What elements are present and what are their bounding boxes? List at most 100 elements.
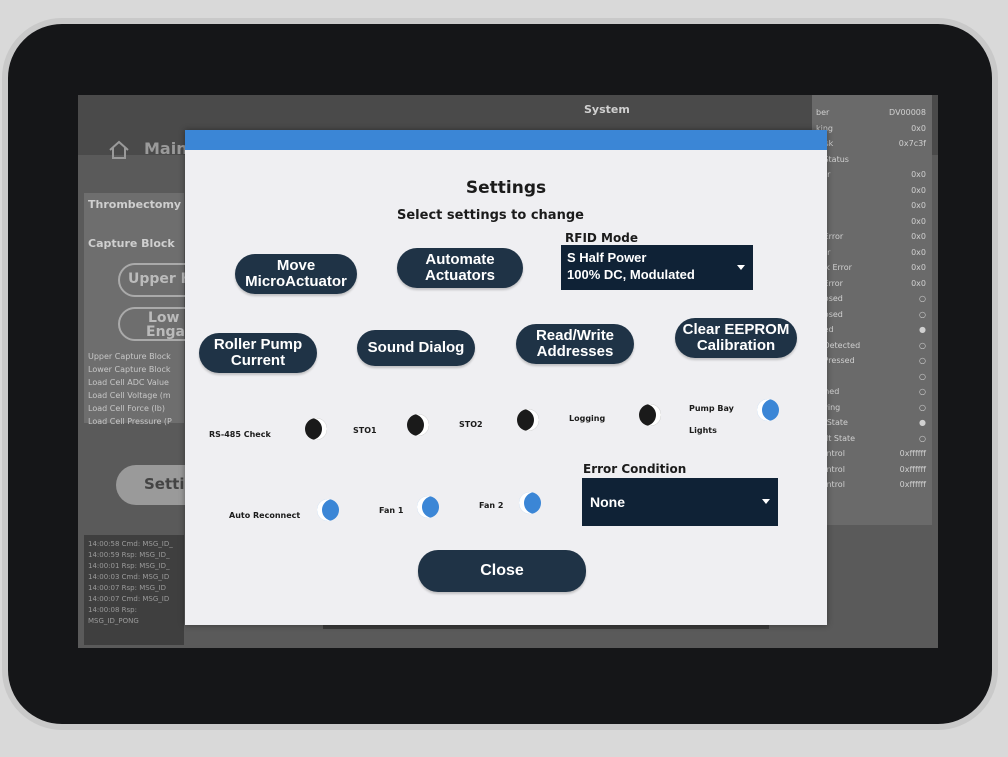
pump-bay-lights-label-line2: Lights	[689, 426, 717, 435]
fan1-toggle[interactable]	[417, 496, 447, 518]
status-value: ○	[919, 387, 926, 396]
move-microactuator-button[interactable]: Move MicroActuator	[235, 254, 357, 294]
status-row: Control 0xffffff	[816, 446, 926, 462]
status-value: 0xffffff	[899, 464, 926, 474]
status-value: 0x7c3f	[898, 139, 926, 148]
toggle-knob	[305, 418, 327, 440]
background-log: 14:00:58 Cmd: MSG_ID_ 14:00:59 Rsp: MSG_…	[84, 535, 184, 645]
status-value: 0x0	[911, 247, 926, 257]
background-row: Lower Capture Block	[88, 365, 171, 374]
roller-pump-current-button[interactable]: Roller Pump Current	[199, 333, 317, 373]
toggle-knob	[517, 409, 539, 431]
toggle-knob	[519, 492, 541, 514]
dialog-title: Settings	[465, 178, 547, 198]
log-line: 14:00:01 Rsp: MSG_ID_	[88, 562, 170, 570]
status-row: rror0x0	[816, 245, 926, 261]
fan2-toggle[interactable]	[519, 492, 549, 514]
rfid-mode-label: RFID Mode	[565, 231, 638, 245]
dialog-title-bar	[185, 130, 827, 150]
rs485-check-label: RS-485 Check	[209, 430, 271, 439]
button-line: Calibration	[696, 337, 776, 354]
toggle-knob	[639, 404, 661, 426]
background-row: Load Cell Voltage (m	[88, 391, 171, 400]
status-value: 0x0	[911, 123, 926, 133]
home-icon[interactable]	[108, 139, 130, 161]
status-row: e Detected ○	[816, 338, 926, 354]
automate-actuators-button[interactable]: Automate Actuators	[397, 248, 523, 288]
dialog-subtitle: Select settings to change	[397, 208, 584, 223]
rfid-mode-dropdown[interactable]: S Half Power 100% DC, Modulated	[561, 245, 753, 290]
status-value: 0x0	[911, 201, 926, 210]
status-value: ○	[919, 340, 926, 350]
status-row: e Status	[816, 152, 926, 168]
read-write-addresses-button[interactable]: Read/Write Addresses	[516, 324, 634, 364]
sto2-toggle[interactable]	[509, 409, 539, 431]
background-main-title: Main	[144, 139, 188, 158]
sto1-label: STO1	[353, 426, 377, 435]
pump-bay-lights-toggle[interactable]	[757, 399, 787, 421]
log-line: 14:00:03 Cmd: MSG_ID	[88, 573, 170, 581]
background-system-label: System	[584, 103, 630, 116]
status-value: ●	[919, 325, 926, 334]
chevron-down-icon	[762, 499, 770, 504]
status-row: rimed ○	[816, 384, 926, 400]
toggle-knob	[417, 496, 439, 518]
button-line: Automate	[425, 251, 495, 268]
clear-eeprom-calibration-button[interactable]: Clear EEPROM Calibration	[675, 318, 797, 358]
rs485-check-toggle[interactable]	[297, 418, 327, 440]
status-value: 0xffffff	[899, 480, 926, 489]
auto-reconnect-label: Auto Reconnect	[229, 511, 301, 520]
status-row: 0x0	[816, 198, 926, 214]
status-row: ed○	[816, 369, 926, 385]
status-row: Task0x7c3f	[816, 136, 926, 152]
status-value: 0x0	[911, 278, 926, 288]
status-row: or State ●	[816, 415, 926, 431]
status-row: Control 0xffffff	[816, 477, 926, 493]
status-value: 0x0	[911, 263, 926, 272]
button-line: Clear EEPROM	[682, 321, 790, 338]
rfid-mode-value-line1: S Half Power	[567, 250, 647, 265]
background-row: Load Cell Pressure (P	[88, 417, 172, 426]
auto-reconnect-toggle[interactable]	[317, 499, 347, 521]
background-row: Load Cell Force (lb)	[88, 404, 165, 413]
sound-dialog-button[interactable]: Sound Dialog	[357, 330, 475, 366]
status-value: 0x0	[911, 185, 926, 195]
status-row: Closed ○	[816, 307, 926, 323]
screen: Main Thrombectomy Capture Block Upper H …	[78, 95, 938, 648]
toggle-knob	[757, 399, 779, 421]
log-line: 14:00:08 Rsp: MSG_ID_PONG	[88, 606, 139, 625]
logging-label: Logging	[569, 414, 606, 423]
status-row: cted●	[816, 322, 926, 338]
status-value: ○	[919, 309, 926, 319]
background-capture-block-label: Capture Block	[88, 237, 175, 250]
status-row: Closed ○	[816, 291, 926, 307]
sto1-toggle[interactable]	[399, 414, 429, 436]
status-key: ber	[816, 108, 830, 117]
status-row: ault State ○	[816, 431, 926, 447]
error-condition-label: Error Condition	[583, 462, 687, 476]
button-line: Move	[276, 257, 316, 274]
sto2-label: STO2	[459, 420, 483, 429]
background-row: Upper Capture Block	[88, 352, 171, 361]
logging-toggle[interactable]	[631, 404, 661, 426]
status-value: DV00008	[889, 108, 926, 117]
status-row: king 0x0	[816, 121, 926, 137]
status-value: ○	[919, 356, 926, 365]
status-value: ○	[919, 371, 926, 381]
close-button[interactable]: Close	[418, 550, 586, 592]
status-value: ●	[919, 418, 926, 427]
error-condition-dropdown[interactable]: None	[582, 478, 778, 526]
status-value: 0xffffff	[899, 449, 926, 458]
button-line: Read/Write	[535, 327, 615, 344]
pump-bay-lights-label: Pump Bay Lights	[689, 398, 734, 442]
log-line: 14:00:59 Rsp: MSG_ID_	[88, 551, 170, 559]
log-line: 14:00:58 Cmd: MSG_ID_	[88, 540, 173, 548]
button-line: MicroActuator	[245, 273, 347, 290]
fan1-label: Fan 1	[379, 506, 404, 515]
background-rows: Upper Capture Block Lower Capture Block …	[88, 350, 172, 428]
fan2-label: Fan 2	[479, 501, 504, 510]
log-line: 14:00:07 Cmd: MSG_ID	[88, 595, 170, 603]
status-row: rror0x0	[816, 167, 926, 183]
status-row: r0x0	[816, 214, 926, 230]
status-value: 0x0	[911, 170, 926, 179]
